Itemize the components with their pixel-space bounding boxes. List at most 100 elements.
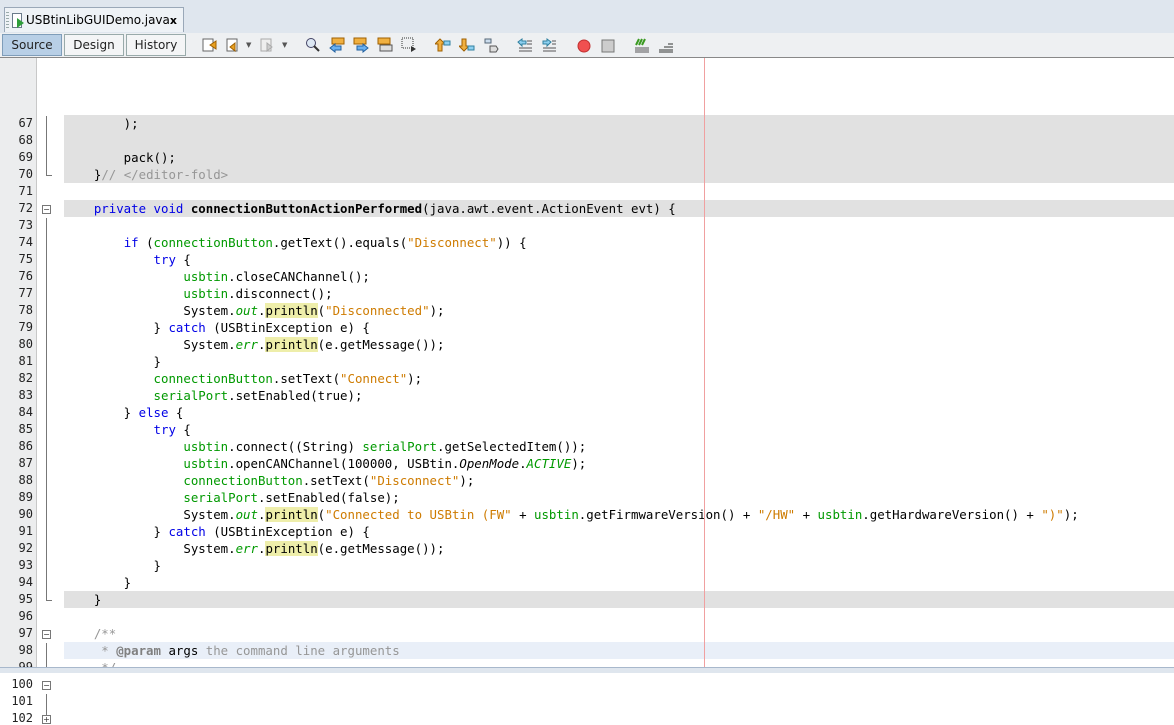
- source-tab[interactable]: Source: [2, 34, 62, 56]
- code-line[interactable]: System.err.println(e.getMessage());: [64, 336, 1174, 353]
- line-number: 90: [18, 507, 33, 521]
- editor-tab-filename: USBtinLibGUIDemo.java: [25, 13, 170, 27]
- line-number: 80: [18, 337, 33, 351]
- design-tab[interactable]: Design: [64, 34, 124, 56]
- last-edit-icon[interactable]: [202, 37, 218, 53]
- close-tab-button[interactable]: x: [170, 14, 177, 27]
- line-number: 84: [18, 405, 33, 419]
- start-macro-recording-icon[interactable]: [576, 37, 592, 53]
- fold-guide-line: [46, 218, 47, 600]
- line-number: 69: [18, 150, 33, 164]
- line-number: 73: [18, 218, 33, 232]
- code-line[interactable]: * @param args the command line arguments: [64, 642, 1174, 659]
- code-line[interactable]: );: [64, 115, 1174, 132]
- line-number: 79: [18, 320, 33, 334]
- code-line[interactable]: } else {: [64, 404, 1174, 421]
- code-line[interactable]: }: [64, 591, 1174, 608]
- stop-macro-recording-icon[interactable]: [600, 37, 616, 53]
- code-line[interactable]: try {: [64, 251, 1174, 268]
- line-number: 98: [18, 643, 33, 657]
- code-line[interactable]: pack();: [64, 149, 1174, 166]
- line-number: 67: [18, 116, 33, 130]
- code-line[interactable]: usbtin.disconnect();: [64, 285, 1174, 302]
- line-number: 74: [18, 235, 33, 249]
- drag-grip-icon[interactable]: [6, 12, 9, 28]
- code-line[interactable]: connectionButton.setText("Connect");: [64, 370, 1174, 387]
- line-number: 91: [18, 524, 33, 538]
- code-line[interactable]: [64, 217, 1174, 234]
- line-number: 75: [18, 252, 33, 266]
- collapse-fold-icon[interactable]: −: [42, 205, 51, 214]
- editor-tab[interactable]: USBtinLibGUIDemo.java x: [4, 7, 184, 32]
- forward-dropdown-icon[interactable]: ▼: [282, 41, 287, 49]
- code-line[interactable]: /**: [64, 625, 1174, 642]
- line-number: 77: [18, 286, 33, 300]
- code-line[interactable]: serialPort.setEnabled(false);: [64, 489, 1174, 506]
- code-line[interactable]: System.out.println("Disconnected");: [64, 302, 1174, 319]
- bottom-panel-edge: [0, 667, 1174, 673]
- line-number: 88: [18, 473, 33, 487]
- code-line[interactable]: System.out.println("Connected to USBtin …: [64, 506, 1174, 523]
- code-line[interactable]: serialPort.setEnabled(true);: [64, 387, 1174, 404]
- back-icon[interactable]: [226, 37, 242, 53]
- collapse-fold-icon[interactable]: −: [42, 630, 51, 639]
- code-line[interactable]: usbtin.openCANChannel(100000, USBtin.Ope…: [64, 455, 1174, 472]
- forward-icon[interactable]: [260, 37, 276, 53]
- fold-guide-line: [46, 643, 47, 668]
- line-number-gutter: 67 68 69 70 71 72 73 74 75 76 77 78 79 80 81 82 83 84 85 86…: [0, 58, 37, 725]
- code-line[interactable]: private void connectionButtonActionPerfo…: [64, 200, 1174, 217]
- line-number: 68: [18, 133, 33, 147]
- find-previous-icon[interactable]: [329, 37, 345, 53]
- code-line[interactable]: try {: [64, 421, 1174, 438]
- line-number: 71: [18, 184, 33, 198]
- code-folding-column: − − − +: [37, 58, 64, 724]
- uncomment-icon[interactable]: [658, 37, 674, 53]
- shift-right-icon[interactable]: [541, 37, 557, 53]
- line-number: 72: [18, 201, 33, 215]
- expand-fold-icon[interactable]: +: [42, 715, 51, 724]
- previous-bookmark-icon[interactable]: [435, 37, 451, 53]
- toggle-rect-selection-icon[interactable]: [401, 37, 417, 53]
- fold-guide-line: [46, 116, 47, 175]
- code-line[interactable]: if (connectionButton.getText().equals("D…: [64, 234, 1174, 251]
- fold-end-marker: [46, 175, 52, 176]
- code-line[interactable]: }: [64, 353, 1174, 370]
- shift-left-icon[interactable]: [517, 37, 533, 53]
- line-number: 94: [18, 575, 33, 589]
- find-next-icon[interactable]: [353, 37, 369, 53]
- code-line[interactable]: }: [64, 557, 1174, 574]
- code-line[interactable]: [64, 183, 1174, 200]
- code-line[interactable]: }: [64, 574, 1174, 591]
- code-line[interactable]: } catch (USBtinException e) {: [64, 319, 1174, 336]
- code-line[interactable]: [64, 132, 1174, 149]
- line-number: 85: [18, 422, 33, 436]
- code-line[interactable]: usbtin.connect((String) serialPort.getSe…: [64, 438, 1174, 455]
- back-dropdown-icon[interactable]: ▼: [246, 41, 251, 49]
- history-tab[interactable]: History: [126, 34, 186, 56]
- line-number: 89: [18, 490, 33, 504]
- code-line[interactable]: System.err.println(e.getMessage());: [64, 540, 1174, 557]
- code-line[interactable]: }// </editor-fold>: [64, 166, 1174, 183]
- toggle-bookmark-icon[interactable]: [483, 37, 499, 53]
- line-number: 83: [18, 388, 33, 402]
- code-editor[interactable]: ); pack(); }// </editor-fold> private vo…: [64, 58, 1174, 672]
- code-line[interactable]: connectionButton.setText("Disconnect");: [64, 472, 1174, 489]
- editor-toolbar: Source Design History ▼ ▼: [0, 33, 1174, 58]
- line-number: 95: [18, 592, 33, 606]
- code-line[interactable]: } catch (USBtinException e) {: [64, 523, 1174, 540]
- line-number: 97: [18, 626, 33, 640]
- line-number: 87: [18, 456, 33, 470]
- toggle-highlight-icon[interactable]: [377, 37, 393, 53]
- fold-end-marker: [46, 600, 52, 601]
- code-line[interactable]: usbtin.closeCANChannel();: [64, 268, 1174, 285]
- next-bookmark-icon[interactable]: [459, 37, 475, 53]
- comment-icon[interactable]: [634, 37, 650, 53]
- right-margin-line: [704, 58, 705, 672]
- code-line[interactable]: [64, 608, 1174, 625]
- line-number: 76: [18, 269, 33, 283]
- find-selection-icon[interactable]: [305, 37, 321, 53]
- line-number: 96: [18, 609, 33, 623]
- collapse-fold-icon[interactable]: −: [42, 681, 51, 690]
- line-number: 82: [18, 371, 33, 385]
- line-number: 102: [11, 711, 33, 725]
